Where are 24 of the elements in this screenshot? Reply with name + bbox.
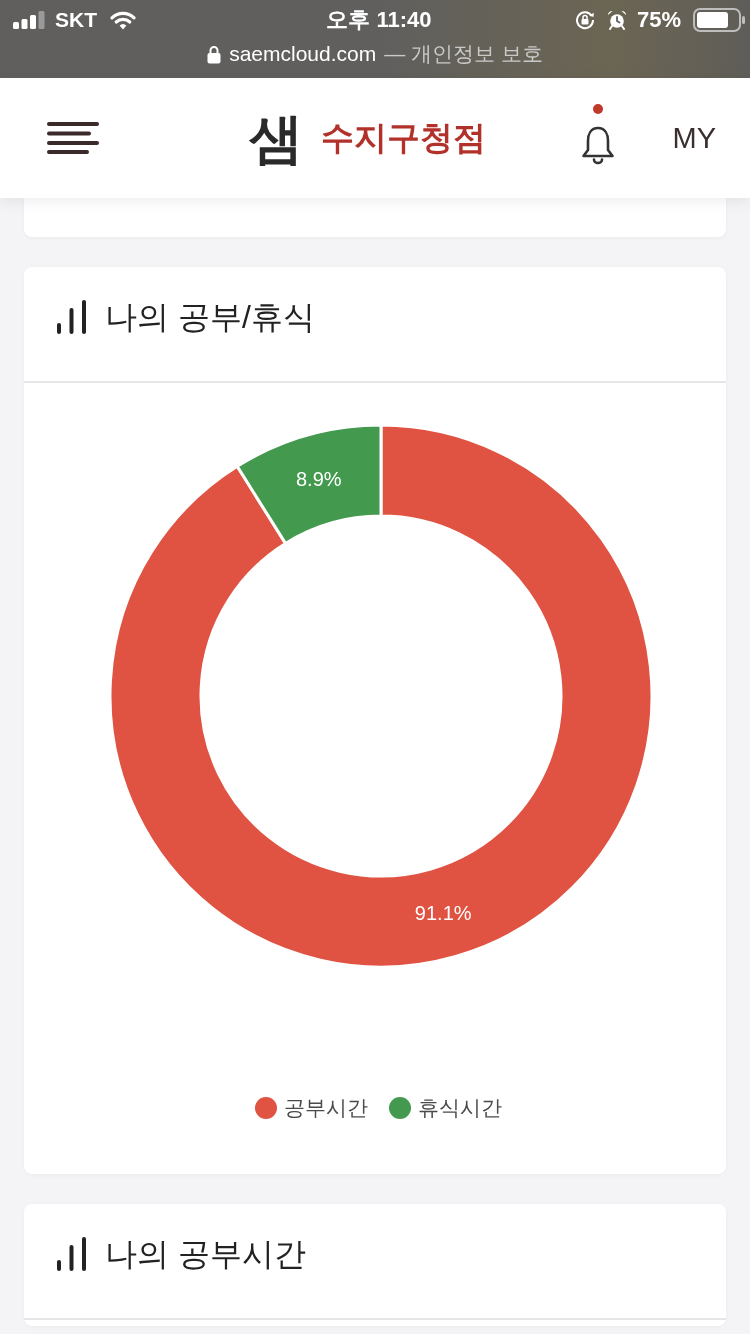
site-domain: saemcloud.com: [229, 42, 377, 66]
logo[interactable]: 샘: [249, 111, 301, 165]
signal-icon: [13, 11, 45, 29]
wifi-icon: [110, 10, 136, 30]
menu-icon[interactable]: [47, 121, 99, 155]
card-title: 나의 공부/휴식: [105, 297, 315, 337]
branch-name: 수지구청점: [321, 118, 486, 158]
rotation-lock-icon: [574, 10, 595, 30]
privacy-note: — 개인정보 보호: [384, 41, 543, 67]
clock-time: 오후 11:40: [326, 6, 432, 34]
lock-icon: [207, 44, 222, 64]
card-title: 나의 공부시간: [105, 1234, 306, 1274]
battery-percent: 75%: [636, 7, 681, 33]
slice-label: 8.9%: [295, 468, 342, 491]
bar-chart-icon: [57, 1237, 86, 1271]
legend-label[interactable]: 휴식시간: [417, 1095, 502, 1121]
slice-label: 91.1%: [414, 901, 472, 924]
legend-label[interactable]: 공부시간: [283, 1095, 368, 1121]
alarm-clock-icon: [606, 10, 627, 30]
bell-icon[interactable]: [579, 125, 616, 165]
bar-chart-icon: [57, 300, 86, 334]
my-page-link[interactable]: MY: [672, 120, 716, 156]
carrier-name: SKT: [55, 8, 97, 32]
battery-icon: [693, 8, 745, 32]
